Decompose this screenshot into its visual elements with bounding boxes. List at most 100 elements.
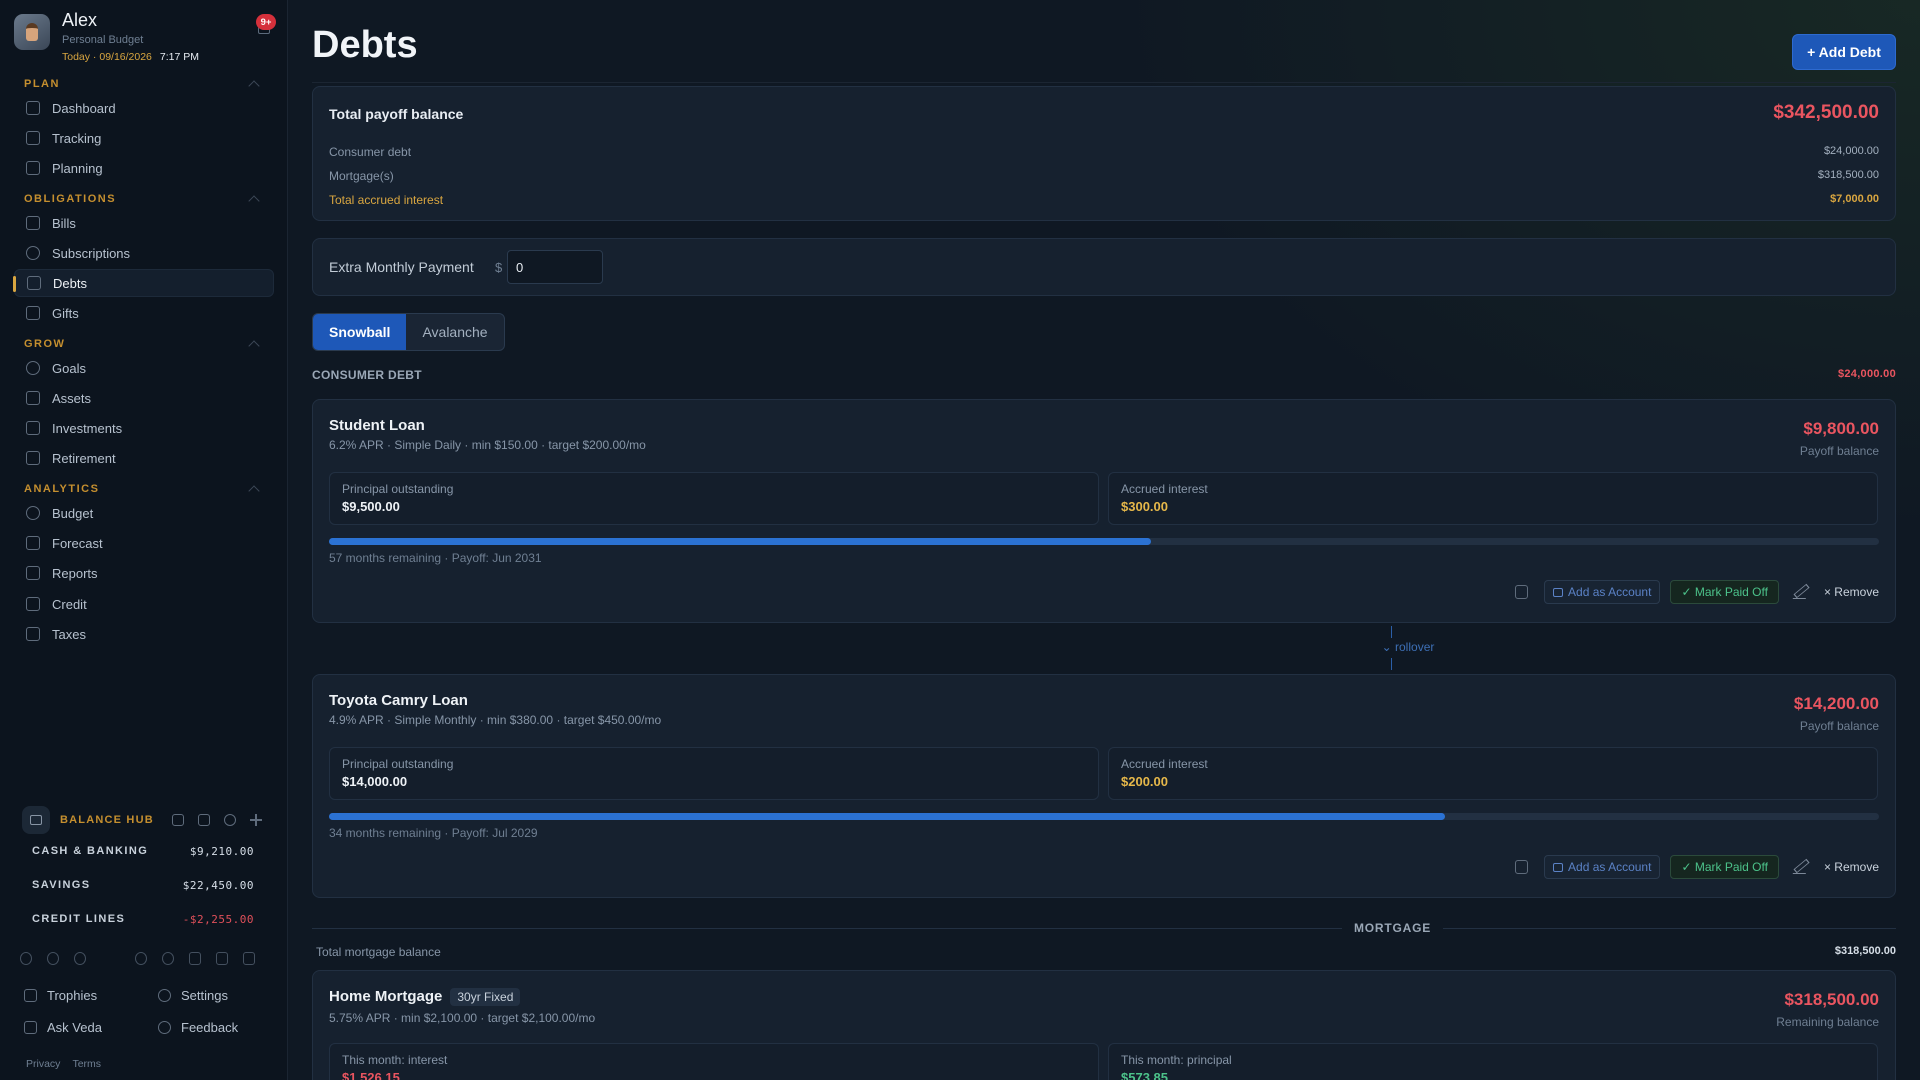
section-analytics: ANALYTICS: [24, 483, 100, 495]
sun-icon[interactable]: [135, 952, 147, 965]
debt-amount: $14,200.00: [1793, 694, 1879, 713]
collapse-analytics-icon[interactable]: [248, 485, 260, 497]
debt-actions: Add as Account ✓ Mark Paid Off × Remove: [1515, 855, 1879, 879]
section-obligations: OBLIGATIONS: [24, 193, 117, 205]
totals-row-consumer: Consumer debt $24,000.00: [329, 145, 1879, 159]
page-title: Debts: [312, 24, 418, 66]
undo-icon[interactable]: [20, 952, 32, 965]
edit-icon[interactable]: [1792, 860, 1811, 874]
privacy-link[interactable]: Privacy: [26, 1058, 60, 1070]
remove-button[interactable]: × Remove: [1824, 860, 1879, 874]
sidebar-item-bills[interactable]: Bills: [14, 209, 274, 237]
strategy-snowball[interactable]: Snowball: [313, 314, 407, 350]
extra-payment-label: Extra Monthly Payment: [329, 259, 474, 275]
hub-row-credit[interactable]: CREDIT LINES -$2,255.00: [22, 902, 262, 936]
debts-chart-icon: [27, 276, 41, 290]
strategy-avalanche[interactable]: Avalanche: [406, 314, 503, 350]
sidebar-item-gifts[interactable]: Gifts: [14, 299, 274, 327]
profile-subtitle: Personal Budget: [62, 34, 144, 46]
add-as-account-button[interactable]: Add as Account: [1544, 855, 1661, 879]
gear-icon[interactable]: [224, 814, 236, 826]
chevron-down-icon: ⌄: [1381, 640, 1396, 654]
dashboard-icon: [26, 101, 40, 115]
debt-actions: Add as Account ✓ Mark Paid Off × Remove: [1515, 580, 1879, 604]
history-icon[interactable]: [74, 952, 86, 965]
calculator-icon[interactable]: [1515, 585, 1529, 599]
sidebar-item-assets[interactable]: Assets: [14, 384, 274, 412]
sidebar-item-tracking[interactable]: Tracking: [14, 124, 274, 152]
collapse-plan-icon[interactable]: [248, 80, 260, 92]
debt-meta: 4.9% APR · Simple Monthly · min $380.00 …: [329, 713, 662, 727]
extra-payment-card: Extra Monthly Payment $: [312, 238, 1896, 296]
profile-name: Alex: [62, 10, 98, 30]
interest-this-month-box: This month: interest $1,526.15: [329, 1043, 1099, 1080]
calculator-icon[interactable]: [1515, 860, 1529, 874]
debt-remaining: 57 months remaining · Payoff: Jun 2031: [329, 551, 542, 565]
trophies-link[interactable]: Trophies: [24, 988, 97, 1003]
sidebar-item-planning[interactable]: Planning: [14, 154, 274, 182]
settings-link[interactable]: Settings: [158, 988, 228, 1003]
database-icon[interactable]: [189, 952, 201, 965]
sidebar-item-debts[interactable]: Debts: [13, 269, 274, 297]
mark-paid-off-button[interactable]: ✓ Mark Paid Off: [1670, 580, 1779, 604]
redo-icon[interactable]: [47, 952, 59, 965]
add-as-account-button[interactable]: Add as Account: [1544, 580, 1661, 604]
consumer-debt-header: CONSUMER DEBT $24,000.00: [312, 368, 1896, 382]
debt-amount-label: Payoff balance: [1799, 719, 1879, 733]
collapse-grow-icon[interactable]: [248, 340, 260, 352]
hub-row-savings[interactable]: SAVINGS $22,450.00: [22, 868, 262, 902]
principal-this-month-box: This month: principal $573.85: [1108, 1043, 1878, 1080]
remove-button[interactable]: × Remove: [1824, 585, 1879, 599]
totals-card: Total payoff balance $342,500.00 Consume…: [312, 86, 1896, 221]
sidebar-item-budget[interactable]: Budget: [14, 499, 274, 527]
reports-icon: [26, 566, 40, 580]
wallet-icon: [22, 806, 50, 834]
hub-row-cash[interactable]: CASH & BANKING $9,210.00: [22, 834, 262, 868]
sidebar-item-retirement[interactable]: Retirement: [14, 444, 274, 472]
ask-veda-link[interactable]: Ask Veda: [24, 1020, 102, 1035]
hub-tools: [172, 814, 262, 826]
currency-symbol: $: [495, 260, 503, 275]
mortgage-total-row: Total mortgage balance $318,500.00: [316, 945, 1896, 959]
gift-icon: [26, 306, 40, 320]
sidebar-item-credit[interactable]: Credit: [14, 590, 274, 618]
panel-icon[interactable]: [243, 952, 255, 965]
veda-icon: [24, 1021, 37, 1034]
mark-paid-off-button[interactable]: ✓ Mark Paid Off: [1670, 855, 1779, 879]
building-icon: [26, 391, 40, 405]
sidebar-item-dashboard[interactable]: Dashboard: [14, 94, 274, 122]
layers-icon[interactable]: [198, 814, 210, 826]
profile[interactable]: Alex Personal Budget Today · 09/16/2026 7…: [14, 10, 276, 66]
sidebar-item-forecast[interactable]: Forecast: [14, 529, 274, 557]
totals-title: Total payoff balance: [329, 106, 464, 122]
eye-icon[interactable]: [162, 952, 174, 965]
plus-icon[interactable]: [250, 814, 262, 826]
sidebar-item-investments[interactable]: Investments: [14, 414, 274, 442]
feedback-link[interactable]: Feedback: [158, 1020, 238, 1035]
sliders-icon[interactable]: [216, 952, 228, 965]
debt-card-student-loan: Student Loan 6.2% APR · Simple Daily · m…: [312, 399, 1896, 623]
add-debt-button[interactable]: + Add Debt: [1792, 34, 1896, 70]
sidebar-item-taxes[interactable]: Taxes: [14, 620, 274, 648]
debt-amount: $318,500.00: [1784, 990, 1879, 1009]
sidebar-item-goals[interactable]: Goals: [14, 354, 274, 382]
sidebar-item-subscriptions[interactable]: Subscriptions: [14, 239, 274, 267]
rollover-line-bottom: [1391, 658, 1392, 670]
bills-icon: [26, 216, 40, 230]
notification-badge[interactable]: 9+: [256, 14, 276, 30]
mortgage-divider: [312, 928, 1896, 929]
debt-remaining: 34 months remaining · Payoff: Jul 2029: [329, 826, 538, 840]
calendar-icon: [26, 161, 40, 175]
strategy-toggle: Snowball Avalanche: [312, 313, 505, 351]
edit-icon[interactable]: [1792, 585, 1811, 599]
debt-card-home-mortgage: Home Mortgage 30yr Fixed 5.75% APR · min …: [312, 970, 1896, 1080]
terms-link[interactable]: Terms: [72, 1058, 101, 1070]
collapse-obligations-icon[interactable]: [248, 195, 260, 207]
debt-amount-label: Remaining balance: [1776, 1015, 1879, 1029]
transfer-icon[interactable]: [172, 814, 184, 826]
consumer-debt-total: $24,000.00: [1837, 368, 1896, 380]
extra-payment-input[interactable]: [507, 250, 603, 284]
sidebar-item-reports[interactable]: Reports: [14, 559, 274, 587]
payoff-progress: [329, 813, 1879, 820]
debt-card-toyota-camry: Toyota Camry Loan 4.9% APR · Simple Mont…: [312, 674, 1896, 898]
